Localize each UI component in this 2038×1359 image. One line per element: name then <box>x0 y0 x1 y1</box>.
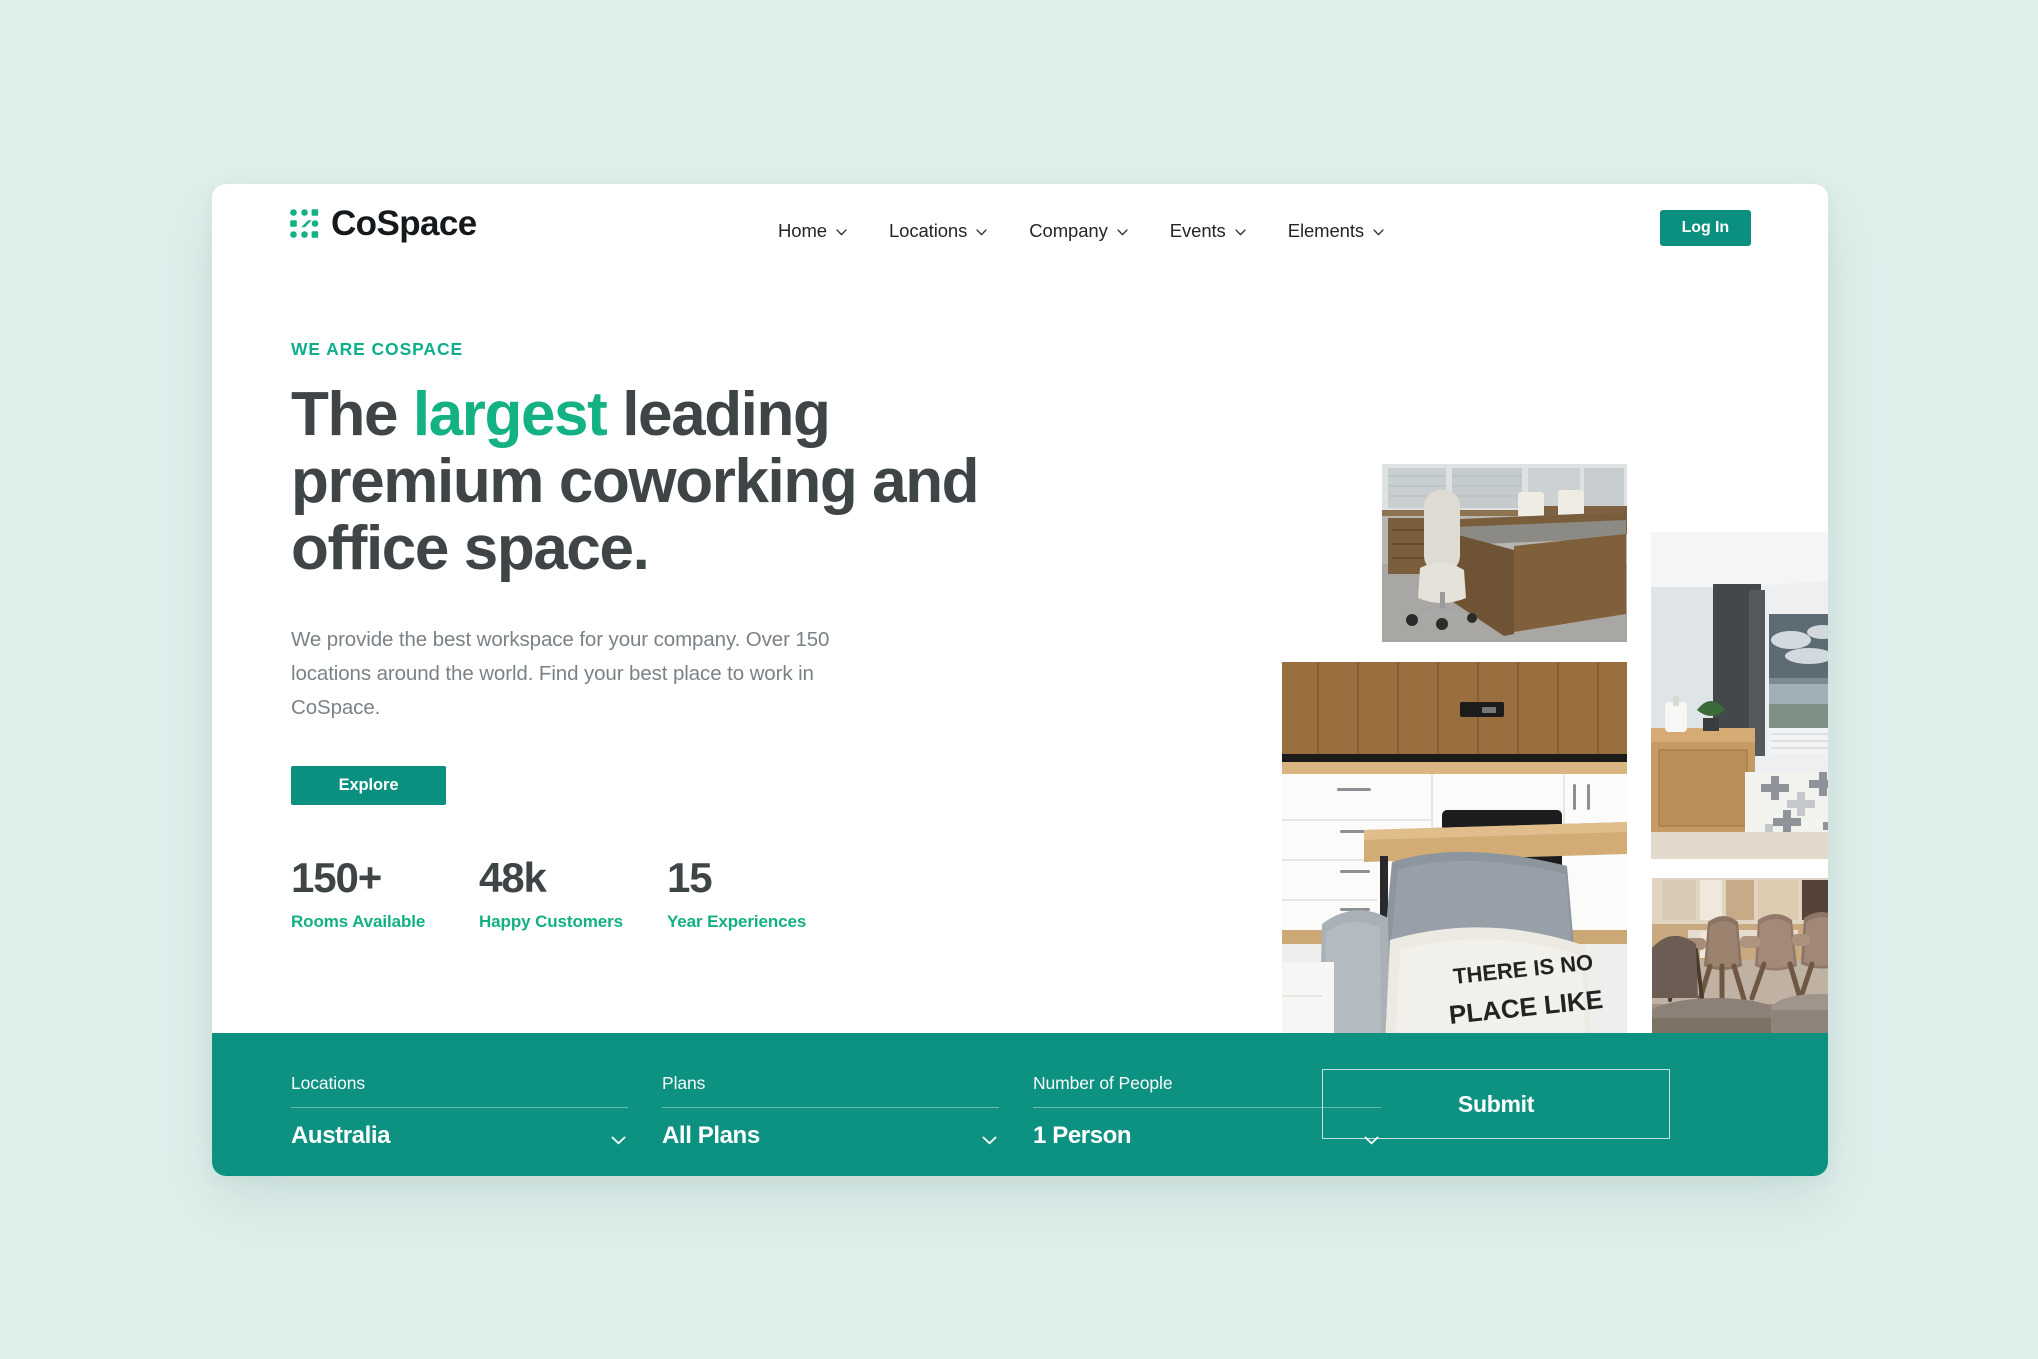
nav-item-label: Locations <box>888 220 968 241</box>
stat-value: 150+ <box>291 853 382 901</box>
number-of-people-value: 1 Person <box>1033 1122 1132 1149</box>
hero-content: WE ARE COSPACE The largest leading premi… <box>291 339 1031 932</box>
stat-label: Rooms Available <box>291 911 426 931</box>
page-title: The largest leading premium coworking an… <box>291 380 1011 583</box>
nav-item-label: Home <box>778 220 827 241</box>
divider <box>662 1107 999 1108</box>
stats-row: 150+ Rooms Available 48k Happy Customers… <box>291 853 1031 932</box>
bright-room-photo <box>1651 532 1828 859</box>
headline-part-1: The <box>291 380 413 449</box>
plans-select[interactable]: Plans All Plans <box>662 1073 999 1150</box>
chevron-down-icon[interactable] <box>611 1132 626 1145</box>
stat-value: 15 <box>667 853 713 901</box>
stat-rooms-available: 150+ Rooms Available <box>291 853 479 932</box>
nav-item-home[interactable]: Home <box>757 214 868 248</box>
meeting-chairs-photo <box>1652 878 1828 1051</box>
submit-button[interactable]: Submit <box>1322 1069 1670 1139</box>
logo[interactable]: CoSpace <box>289 206 477 241</box>
hero-paragraph: We provide the best workspace for your c… <box>291 627 830 719</box>
stat-value: 48k <box>479 853 547 901</box>
locations-label: Locations <box>291 1073 366 1093</box>
chevron-down-icon[interactable] <box>982 1132 997 1145</box>
explore-button[interactable]: Explore <box>291 765 446 805</box>
hero-gallery: THERE IS NO PLACE LIKE HOM <box>1009 214 1828 1117</box>
grid-dots-icon <box>289 208 320 239</box>
locations-value: Australia <box>291 1122 391 1149</box>
stat-label: Happy Customers <box>479 911 623 931</box>
divider <box>291 1107 628 1108</box>
logo-text: CoSpace <box>331 204 477 243</box>
stat-label: Year Experiences <box>667 911 807 931</box>
plans-label: Plans <box>662 1073 706 1093</box>
office-desk-photo <box>1382 464 1627 642</box>
nav-item-locations[interactable]: Locations <box>868 214 1008 248</box>
hero-eyebrow: WE ARE COSPACE <box>291 339 464 359</box>
chevron-down-icon <box>836 228 847 236</box>
stat-happy-customers: 48k Happy Customers <box>479 853 667 932</box>
locations-select[interactable]: Locations Australia <box>291 1073 628 1150</box>
landing-page-card: CoSpace Home Locations Company Events El… <box>212 184 1828 1176</box>
chevron-down-icon <box>976 228 987 236</box>
headline-highlight: largest <box>412 380 608 449</box>
booking-search-bar: Locations Australia Plans All Plans Numb… <box>212 1033 1828 1176</box>
plans-value: All Plans <box>662 1122 760 1149</box>
stat-year-experiences: 15 Year Experiences <box>667 853 855 932</box>
